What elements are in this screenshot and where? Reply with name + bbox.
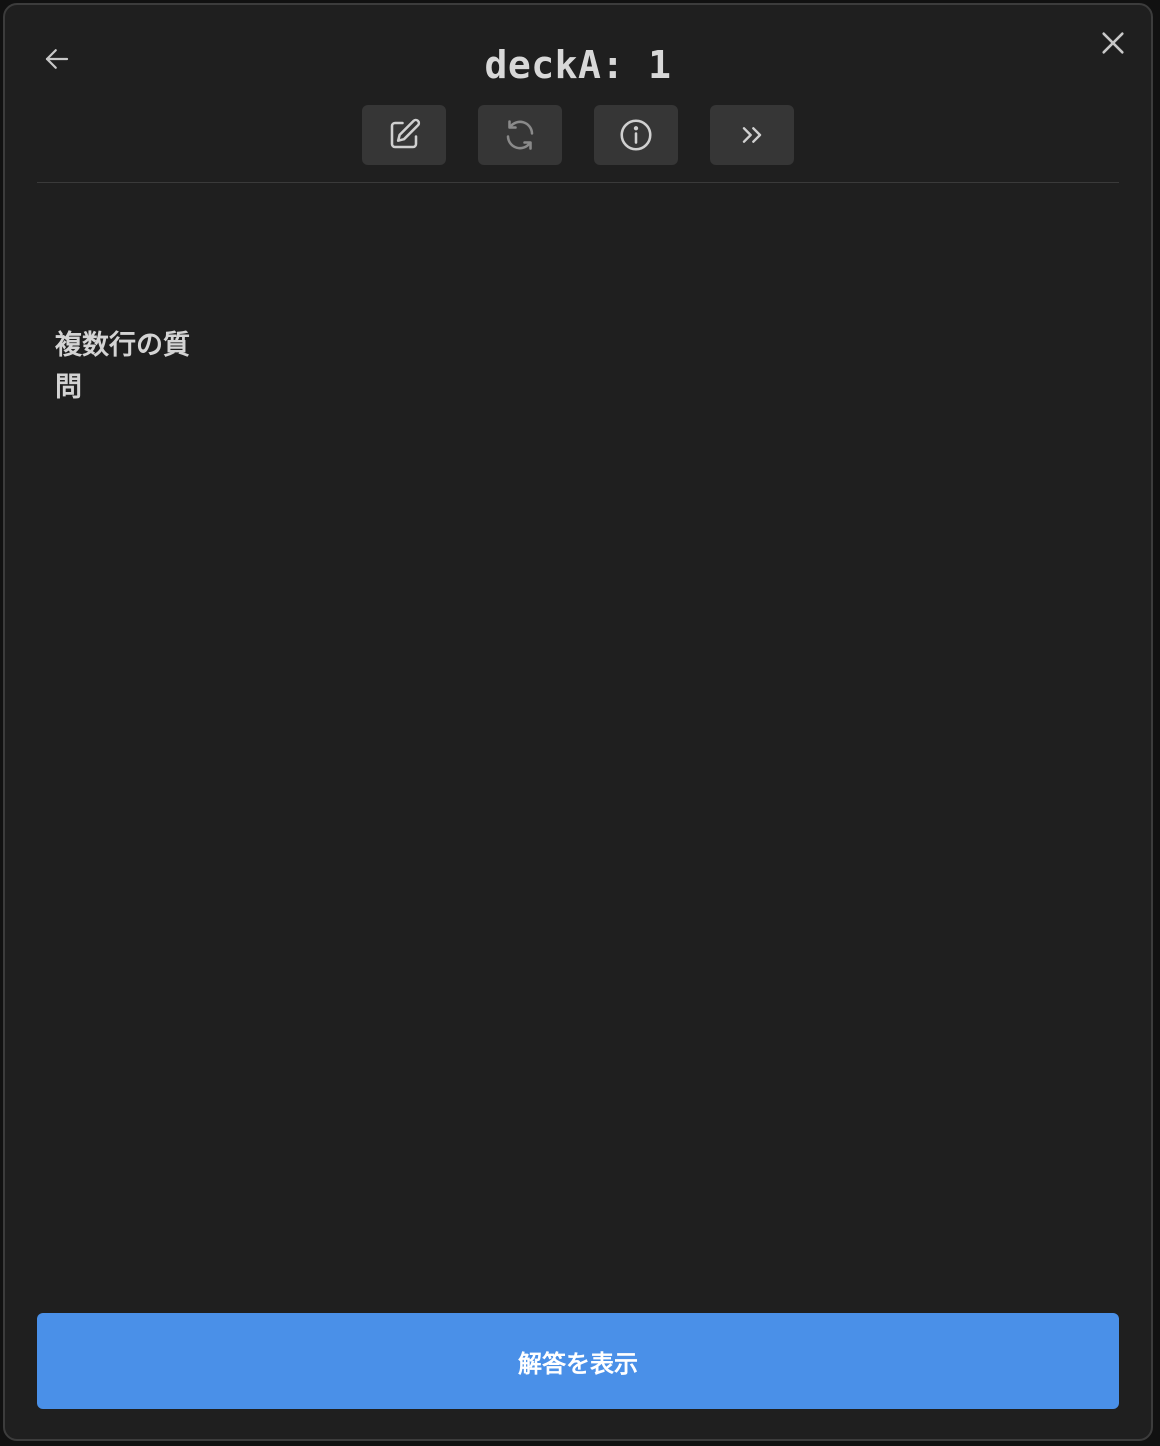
flashcard-modal: deckA: 1 複数行の質問 解答を表示 xyxy=(3,3,1153,1441)
close-icon xyxy=(1102,32,1124,54)
header-divider xyxy=(37,182,1119,183)
skip-card-button[interactable] xyxy=(710,105,794,165)
show-answer-button[interactable]: 解答を表示 xyxy=(37,1313,1119,1409)
reset-card-button[interactable] xyxy=(478,105,562,165)
close-button[interactable] xyxy=(1095,25,1131,61)
card-question-text: 複数行の質問 xyxy=(55,330,190,403)
skip-forward-icon xyxy=(742,127,762,143)
card-info-button[interactable] xyxy=(594,105,678,165)
edit-card-button[interactable] xyxy=(362,105,446,165)
info-icon xyxy=(620,119,652,151)
refresh-icon xyxy=(506,120,534,150)
edit-icon xyxy=(390,118,421,149)
deck-title: deckA: 1 xyxy=(484,43,672,87)
card-toolbar xyxy=(5,105,1151,165)
